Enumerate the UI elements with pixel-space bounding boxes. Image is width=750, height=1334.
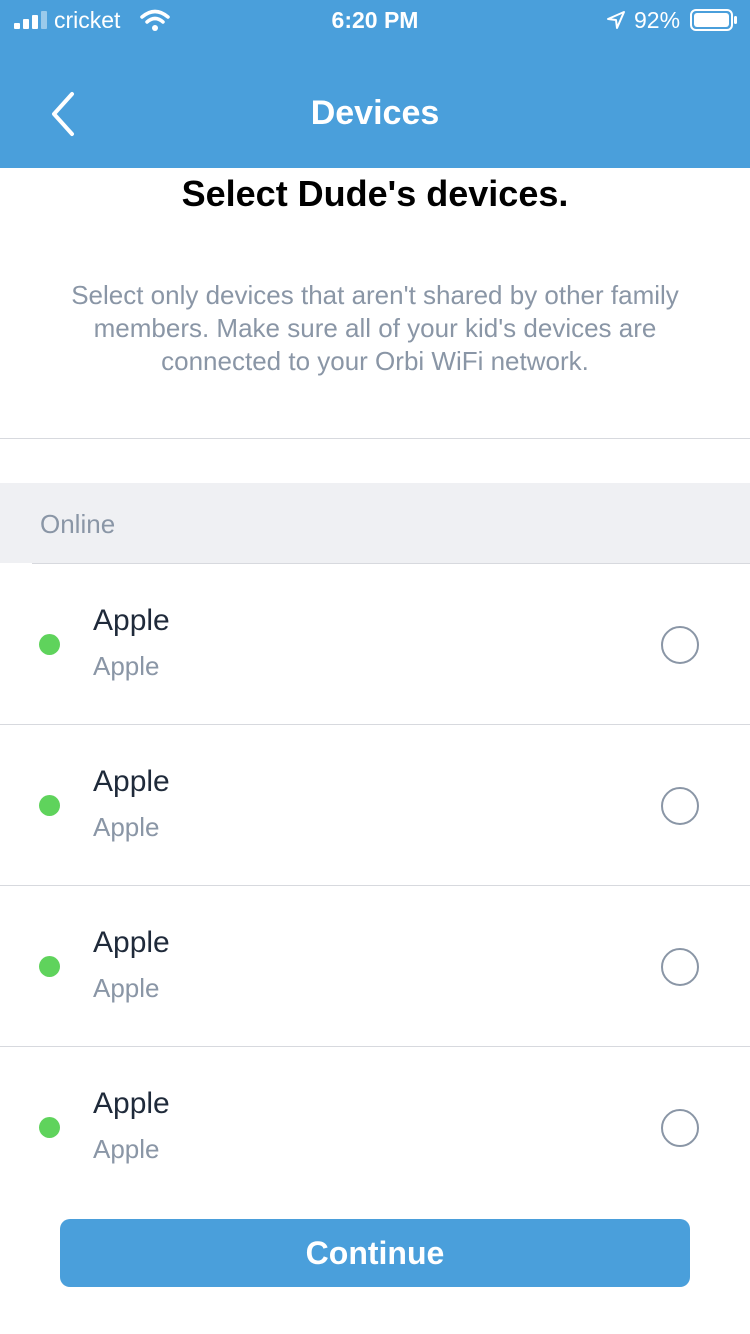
device-row[interactable]: Apple Apple xyxy=(0,885,750,1046)
select-radio-button[interactable] xyxy=(661,948,699,986)
device-name: Apple xyxy=(93,926,170,959)
device-name: Apple xyxy=(93,604,170,637)
select-radio-button[interactable] xyxy=(661,787,699,825)
section-header-online: Online xyxy=(0,483,750,563)
status-bar: cricket 6:20 PM 92% xyxy=(0,0,750,40)
device-name: Apple xyxy=(93,1087,170,1120)
device-name: Apple xyxy=(93,765,170,798)
device-list: Apple Apple Apple Apple Apple Apple Appl… xyxy=(0,564,750,1207)
device-vendor: Apple xyxy=(93,973,160,1003)
device-row[interactable]: Apple Apple xyxy=(0,1046,750,1207)
online-status-dot xyxy=(39,956,60,977)
nav-title: Devices xyxy=(310,94,440,132)
online-status-dot xyxy=(39,634,60,655)
instructions-text: Select only devices that aren't shared b… xyxy=(71,280,679,376)
location-arrow-icon xyxy=(607,11,625,29)
online-status-dot xyxy=(39,1117,60,1138)
device-vendor: Apple xyxy=(93,812,160,842)
page-title: Select Dude's devices. xyxy=(181,173,569,214)
continue-button[interactable]: Continue xyxy=(60,1219,690,1287)
online-status-dot xyxy=(39,795,60,816)
divider xyxy=(0,438,750,439)
device-vendor: Apple xyxy=(93,651,160,681)
device-row[interactable]: Apple Apple xyxy=(0,724,750,885)
device-vendor: Apple xyxy=(93,1134,160,1164)
select-radio-button[interactable] xyxy=(661,626,699,664)
section-label: Online xyxy=(40,509,116,539)
device-row[interactable]: Apple Apple xyxy=(0,564,750,724)
select-radio-button[interactable] xyxy=(661,1109,699,1147)
battery-icon xyxy=(690,9,737,31)
app-header: cricket 6:20 PM 92% Devices xyxy=(0,0,750,168)
battery-percent: 92% xyxy=(634,7,681,33)
